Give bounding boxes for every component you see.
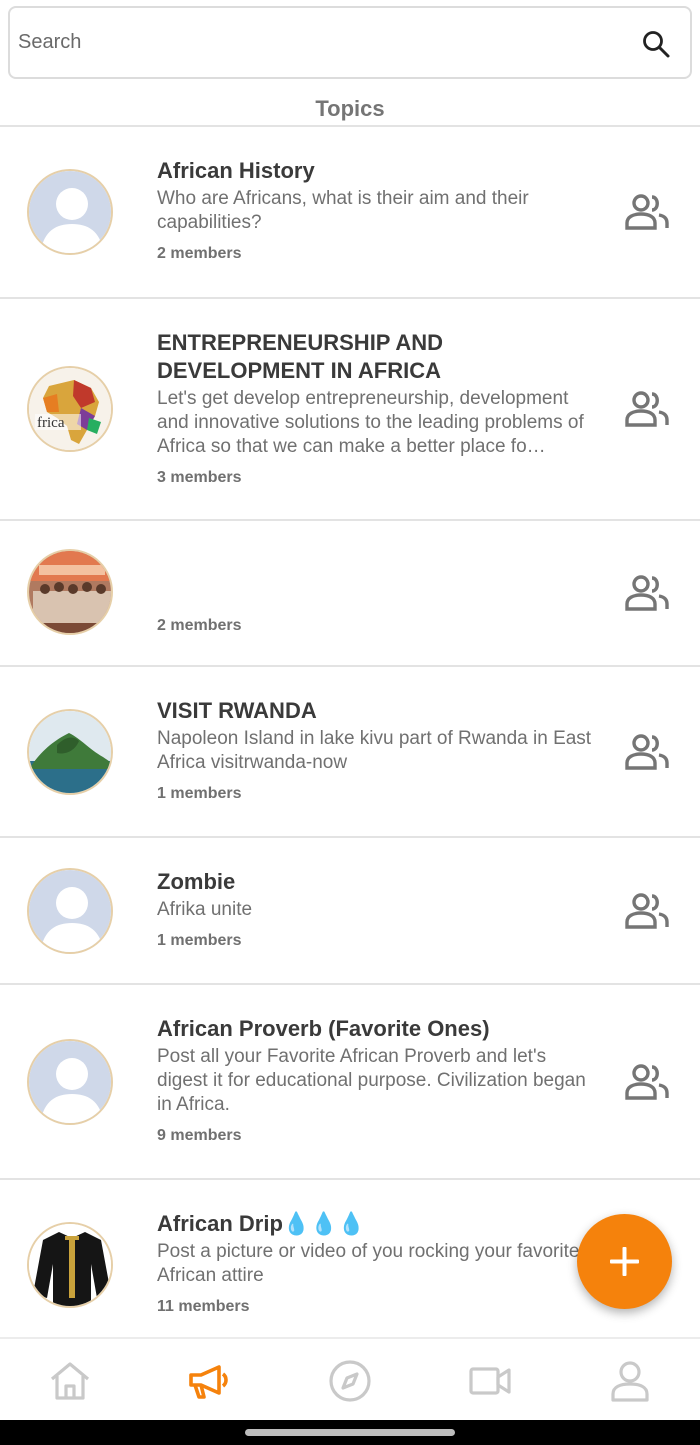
topic-body: VISIT RWANDA Napoleon Island in lake kiv…	[157, 697, 597, 803]
topic-description: Let's get develop entrepreneurship, deve…	[157, 388, 584, 457]
topic-list: African History Who are Africans, what i…	[0, 125, 700, 1337]
topic-row[interactable]: African Proverb (Favorite Ones) Post all…	[0, 983, 700, 1178]
topic-row[interactable]: frica ENTREPRENEURSHIP AND DEVELOPMENT I…	[0, 297, 700, 519]
topic-body: African History Who are Africans, what i…	[157, 157, 597, 263]
topic-members: 11 members	[157, 1298, 250, 1315]
compass-icon[interactable]	[328, 1359, 372, 1403]
topic-row[interactable]: Zombie Afrika unite 1 members	[0, 836, 700, 983]
topic-body: African Proverb (Favorite Ones) Post all…	[157, 1015, 597, 1145]
add-topic-button[interactable]	[577, 1214, 672, 1309]
topic-body: African Drip💧💧💧 Post a picture or video …	[157, 1210, 597, 1316]
topic-row[interactable]: African History Who are Africans, what i…	[0, 125, 700, 297]
topic-avatar-group-photo	[27, 549, 113, 635]
topic-title: African History	[157, 158, 315, 183]
group-icon[interactable]	[624, 1063, 670, 1101]
plus-icon	[610, 1247, 639, 1276]
topic-avatar-attire	[27, 1222, 113, 1308]
topic-title: Zombie	[157, 869, 236, 894]
topic-title: VISIT RWANDA	[157, 698, 317, 723]
topic-row[interactable]: VISIT RWANDA Napoleon Island in lake kiv…	[0, 665, 700, 836]
group-icon[interactable]	[624, 892, 670, 930]
bottom-nav	[0, 1337, 700, 1420]
topic-members: 1 members	[157, 785, 242, 802]
search-icon[interactable]	[640, 28, 672, 60]
avatar-text: frica	[37, 415, 65, 431]
megaphone-icon[interactable]	[187, 1359, 231, 1403]
system-nav-bar	[0, 1420, 700, 1445]
search-input[interactable]	[18, 22, 618, 62]
topic-title: African Drip💧💧💧	[157, 1211, 366, 1236]
topic-description: Post a picture or video of you rocking y…	[157, 1241, 580, 1286]
section-title: Topics	[315, 96, 385, 121]
topic-description: Afrika unite	[157, 899, 253, 920]
home-gesture-bar[interactable]	[245, 1429, 455, 1436]
search-bar	[8, 6, 692, 79]
topic-members: 3 members	[157, 469, 242, 486]
topic-description: Post all your Favorite African Proverb a…	[157, 1046, 586, 1115]
topic-body: ENTREPRENEURSHIP AND DEVELOPMENT IN AFRI…	[157, 329, 597, 487]
group-icon[interactable]	[624, 733, 670, 771]
profile-icon[interactable]	[608, 1359, 652, 1403]
topic-row[interactable]: 2 members	[0, 519, 700, 665]
group-icon[interactable]	[624, 193, 670, 231]
topic-body: 2 members	[157, 617, 597, 635]
topic-avatar-default	[27, 169, 113, 255]
group-icon[interactable]	[624, 574, 670, 612]
topic-avatar-default	[27, 1039, 113, 1125]
topic-avatar-default	[27, 868, 113, 954]
topic-body: Zombie Afrika unite 1 members	[157, 868, 597, 950]
topic-members: 9 members	[157, 1127, 242, 1144]
topic-title: ENTREPRENEURSHIP AND DEVELOPMENT IN AFRI…	[157, 330, 444, 383]
topic-description: Napoleon Island in lake kivu part of Rwa…	[157, 728, 592, 773]
topic-avatar-island	[27, 709, 113, 795]
topic-members: 2 members	[157, 245, 242, 262]
topic-avatar-africa-map: frica	[27, 366, 113, 452]
group-icon[interactable]	[624, 390, 670, 428]
topic-description: Who are Africans, what is their aim and …	[157, 188, 529, 233]
video-camera-icon[interactable]	[468, 1359, 512, 1403]
home-icon[interactable]	[48, 1359, 92, 1403]
topic-members: 1 members	[157, 932, 242, 949]
topic-members: 2 members	[157, 617, 242, 634]
topic-title: African Proverb (Favorite Ones)	[157, 1016, 490, 1041]
